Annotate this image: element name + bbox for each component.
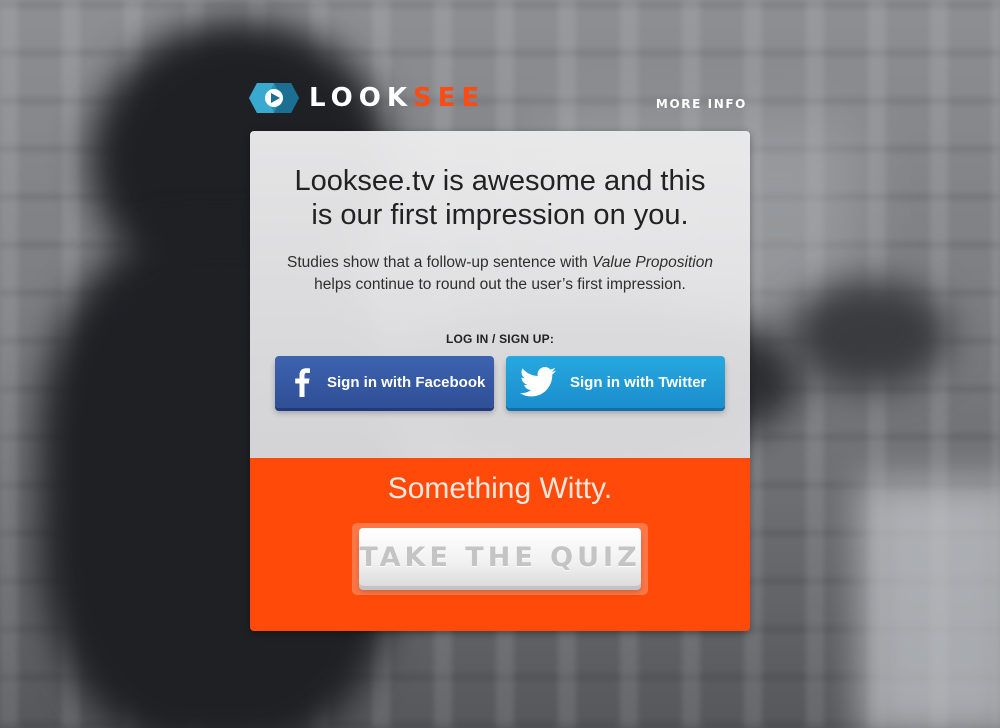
logo-word-main: LOOK — [309, 83, 413, 113]
more-info-link[interactable]: MORE INFO — [656, 97, 747, 111]
logo-play-icon — [249, 83, 299, 113]
login-signup-label: LOG IN / SIGN UP: — [445, 332, 555, 346]
twitter-button-label: Sign in with Twitter — [570, 373, 707, 391]
twitter-signin-button[interactable]: Sign in with Twitter — [506, 356, 725, 408]
page-headline: Looksee.tv is awesome and this is our fi… — [294, 165, 706, 231]
take-quiz-button[interactable]: TAKE THE QUIZ — [359, 528, 641, 586]
quiz-section: Something Witty. TAKE THE QUIZ — [250, 458, 750, 631]
logo[interactable]: LOOKSEE — [249, 82, 485, 114]
facebook-icon — [289, 367, 315, 397]
signup-card: Looksee.tv is awesome and this is our fi… — [250, 131, 750, 631]
value-proposition-text: Studies show that a follow-up sentence w… — [250, 252, 750, 296]
social-login-row: Sign in with Facebook Sign in with Twitt… — [250, 356, 750, 408]
twitter-bird-icon — [518, 367, 558, 397]
sub-text-before: Studies show that a follow-up sentence w… — [287, 254, 593, 271]
facebook-signin-button[interactable]: Sign in with Facebook — [275, 356, 494, 408]
logo-word-accent: SEE — [413, 83, 486, 113]
quiz-button-frame: TAKE THE QUIZ — [352, 523, 648, 595]
logo-wordmark: LOOKSEE — [309, 83, 485, 113]
witty-tagline: Something Witty. — [387, 472, 613, 505]
sub-text-after: helps continue to round out the user’s f… — [314, 276, 686, 293]
facebook-button-label: Sign in with Facebook — [327, 373, 486, 391]
sub-text-emphasis: Value Proposition — [592, 254, 713, 271]
card-intro: Looksee.tv is awesome and this is our fi… — [250, 131, 750, 458]
